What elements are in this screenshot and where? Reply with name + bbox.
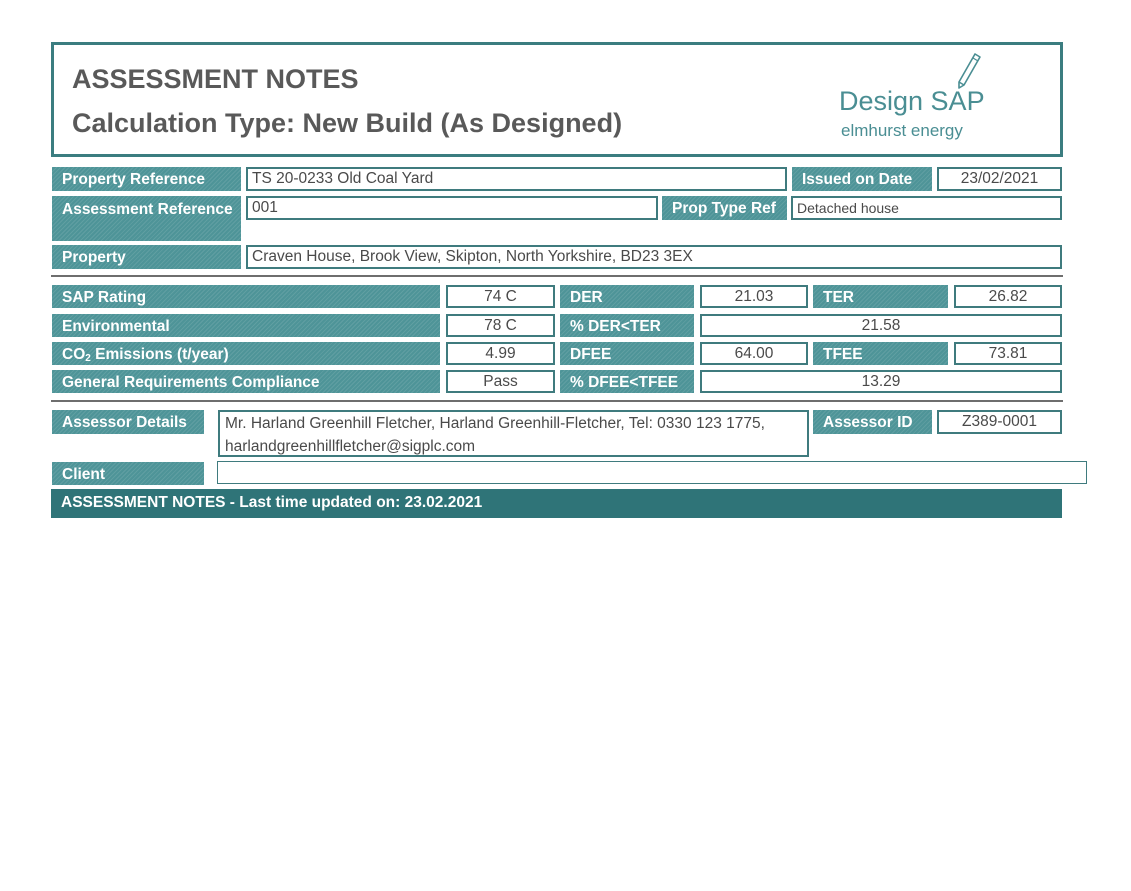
property-address-value: Craven House, Brook View, Skipton, North… [246, 245, 1062, 269]
der-value: 21.03 [700, 285, 808, 308]
issued-on-date-value: 23/02/2021 [937, 167, 1062, 191]
der-label: DER [560, 285, 694, 308]
prop-type-ref-label: Prop Type Ref [662, 196, 787, 220]
assessment-notes-bar: ASSESSMENT NOTES - Last time updated on:… [51, 489, 1062, 518]
tfee-label: TFEE [813, 342, 948, 365]
co2-emissions-value: 4.99 [446, 342, 555, 365]
client-value [217, 461, 1087, 484]
dfee-tfee-label: % DFEE<TFEE [560, 370, 694, 393]
dfee-tfee-value: 13.29 [700, 370, 1062, 393]
dfee-label: DFEE [560, 342, 694, 365]
assessor-details-value: Mr. Harland Greenhill Fletcher, Harland … [218, 410, 809, 457]
section-divider [51, 400, 1063, 402]
assessor-id-value: Z389-0001 [937, 410, 1062, 434]
client-label: Client [52, 462, 204, 485]
der-ter-label: % DER<TER [560, 314, 694, 337]
logo-elmhurst-energy: elmhurst energy [841, 121, 963, 140]
dfee-value: 64.00 [700, 342, 808, 365]
assessment-reference-value: 001 [246, 196, 658, 220]
general-requirements-value: Pass [446, 370, 555, 393]
der-ter-value: 21.58 [700, 314, 1062, 337]
environmental-value: 78 C [446, 314, 555, 337]
section-divider [51, 275, 1063, 277]
general-requirements-label: General Requirements Compliance [52, 370, 440, 393]
co2-emissions-label: CO2 Emissions (t/year) [52, 342, 440, 365]
ter-value: 26.82 [954, 285, 1062, 308]
pencil-icon [958, 53, 981, 89]
issued-on-date-label: Issued on Date [792, 167, 932, 191]
property-reference-value: TS 20-0233 Old Coal Yard [246, 167, 787, 191]
tfee-value: 73.81 [954, 342, 1062, 365]
assessment-reference-label: Assessment Reference [52, 196, 241, 241]
sap-rating-value: 74 C [446, 285, 555, 308]
sap-rating-label: SAP Rating [52, 285, 440, 308]
ter-label: TER [813, 285, 948, 308]
calculation-type-title: Calculation Type: New Build (As Designed… [72, 108, 623, 138]
property-label: Property [52, 245, 241, 269]
assessor-details-label: Assessor Details [52, 410, 204, 434]
logo-design-sap: Design SAP [839, 86, 985, 116]
assessor-id-label: Assessor ID [813, 410, 932, 434]
page-title: ASSESSMENT NOTES [72, 64, 359, 94]
property-reference-label: Property Reference [52, 167, 241, 191]
prop-type-ref-value: Detached house [791, 196, 1062, 220]
environmental-label: Environmental [52, 314, 440, 337]
